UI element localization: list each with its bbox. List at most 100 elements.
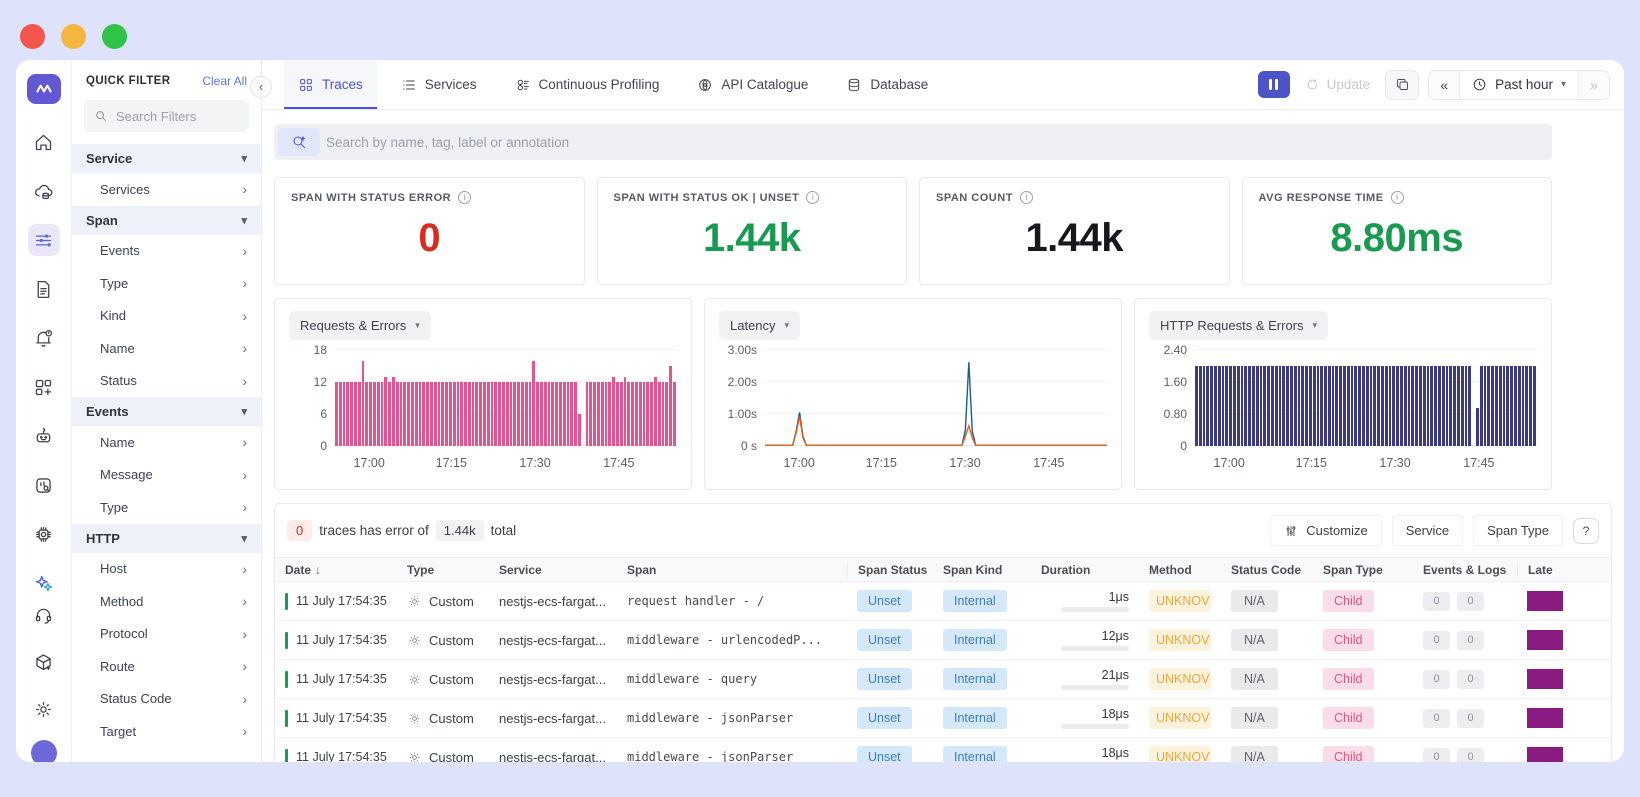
integrations-package-icon[interactable] [28, 646, 60, 678]
tab-api-catalogue[interactable]: API Catalogue [683, 60, 822, 109]
column-header[interactable]: Type [397, 563, 489, 577]
span-type-filter-button[interactable]: Span Type [1473, 515, 1563, 546]
chevron-right-icon: › [242, 690, 247, 707]
column-header[interactable]: Span Kind [933, 563, 1031, 577]
trace-search-bar[interactable] [274, 124, 1552, 160]
tab-continuous-profiling[interactable]: Continuous Profiling [501, 60, 674, 109]
table-row[interactable]: 11 July 17:54:35 Custom nestjs-ecs-farga… [275, 699, 1611, 738]
service-filter-button[interactable]: Service [1391, 515, 1464, 546]
filter-search-input[interactable] [116, 108, 226, 124]
ai-sparkle-icon[interactable] [28, 567, 60, 599]
table-row[interactable]: 11 July 17:54:35 Custom nestjs-ecs-farga… [275, 738, 1611, 762]
copy-button[interactable] [1385, 69, 1420, 100]
minimize-window-button[interactable] [61, 24, 86, 49]
cloud-services-icon[interactable] [28, 175, 60, 207]
maximize-window-button[interactable] [102, 24, 127, 49]
filter-item[interactable]: Method › [72, 585, 261, 618]
traces-icon[interactable] [27, 224, 60, 256]
filter-search[interactable] [84, 100, 249, 132]
metric-value: 0 [418, 216, 441, 260]
filter-item[interactable]: Target › [72, 715, 261, 748]
infrastructure-chip-icon[interactable] [28, 518, 60, 550]
time-shift-back-button[interactable]: « [1429, 70, 1460, 99]
column-header[interactable]: Events & Logs [1413, 563, 1517, 577]
time-shift-forward-button[interactable]: » [1579, 70, 1609, 99]
alerts-bell-icon[interactable] [28, 322, 60, 354]
column-header[interactable]: Span Type [1313, 563, 1413, 577]
exceptions-icon[interactable] [28, 469, 60, 501]
tab-traces[interactable]: Traces [284, 60, 377, 109]
span-status-badge: Unset [857, 707, 912, 729]
trace-search-input[interactable] [326, 134, 1552, 150]
time-range-dropdown[interactable]: Past hour ▾ [1459, 70, 1579, 99]
info-icon[interactable]: i [1390, 191, 1404, 204]
filter-category-label: Service [86, 151, 133, 166]
column-header[interactable]: Method [1139, 563, 1221, 577]
home-icon[interactable] [28, 126, 60, 158]
dashboards-icon[interactable] [28, 371, 60, 403]
chart-metric-dropdown[interactable]: Requests & Errors ▾ [289, 311, 431, 340]
filter-category[interactable]: Events ▾ [72, 397, 261, 426]
column-header[interactable]: Span Status [847, 562, 933, 577]
filter-item[interactable]: Kind › [72, 300, 261, 333]
filter-item[interactable]: Name › [72, 426, 261, 459]
filter-category[interactable]: Span ▾ [72, 205, 261, 235]
filter-item[interactable]: Status › [72, 365, 261, 398]
support-headset-icon[interactable] [28, 599, 60, 631]
settings-gear-icon[interactable] [28, 693, 60, 725]
app-logo[interactable] [26, 74, 61, 104]
filter-item[interactable]: Type › [72, 267, 261, 300]
span-kind-cell: Internal [933, 707, 1031, 729]
customize-button[interactable]: Customize [1270, 515, 1382, 546]
table-row[interactable]: 11 July 17:54:35 Custom nestjs-ecs-farga… [275, 582, 1611, 621]
filter-item-label: Name [100, 434, 135, 450]
filter-item[interactable]: Message › [72, 459, 261, 492]
chart-metric-dropdown[interactable]: Latency ▾ [719, 311, 801, 340]
table-row[interactable]: 11 July 17:54:35 Custom nestjs-ecs-farga… [275, 621, 1611, 660]
filter-item[interactable]: Protocol › [72, 618, 261, 651]
pause-button[interactable] [1257, 71, 1290, 98]
column-header[interactable]: Late [1517, 562, 1613, 577]
span-status-badge: Unset [857, 668, 912, 690]
info-icon[interactable]: i [806, 191, 820, 204]
column-header[interactable]: Status Code [1221, 563, 1313, 577]
gear-icon [409, 635, 420, 645]
filter-item[interactable]: Route › [72, 650, 261, 683]
chart-metric-dropdown[interactable]: HTTP Requests & Errors ▾ [1149, 311, 1329, 340]
metric-value: 1.44k [702, 216, 801, 260]
column-header[interactable]: Service [489, 563, 617, 577]
chevron-down-icon: ▾ [1312, 320, 1318, 330]
clear-all-filters-link[interactable]: Clear All [202, 74, 247, 88]
status-code-cell: N/A [1221, 629, 1313, 651]
method-cell: UNKNOV [1139, 707, 1221, 729]
status-code-cell: N/A [1221, 668, 1313, 690]
help-button[interactable]: ? [1573, 517, 1599, 544]
close-window-button[interactable] [20, 24, 45, 49]
column-header[interactable]: Duration [1031, 563, 1139, 577]
filter-category[interactable]: Service ▾ [72, 144, 261, 173]
filter-item-label: Protocol [100, 626, 148, 642]
filter-item[interactable]: Host › [72, 553, 261, 586]
tab-services[interactable]: Services [387, 60, 491, 109]
update-button[interactable]: Update [1299, 77, 1377, 92]
filter-item[interactable]: Events › [72, 235, 261, 268]
info-icon[interactable]: i [1019, 191, 1033, 204]
column-header[interactable]: Span [617, 563, 847, 577]
filter-item[interactable]: Type › [72, 491, 261, 524]
logs-icon[interactable] [28, 273, 60, 305]
span-type-cell: Child [1313, 707, 1413, 729]
filter-item[interactable]: Name › [72, 332, 261, 365]
filter-item[interactable]: Status Code › [72, 683, 261, 716]
tab-database[interactable]: Database [832, 60, 942, 109]
info-icon[interactable]: i [458, 191, 472, 204]
table-row[interactable]: 11 July 17:54:35 Custom nestjs-ecs-farga… [275, 660, 1611, 699]
column-header[interactable]: Date ↓ [275, 563, 397, 577]
bot-icon[interactable] [28, 420, 60, 452]
trace-date-cell: 11 July 17:54:35 [275, 670, 397, 688]
tab-label: API Catalogue [721, 77, 809, 92]
filter-item[interactable]: Services › [72, 173, 261, 206]
collapse-filters-button[interactable]: ‹ [250, 76, 272, 98]
filter-category[interactable]: HTTP ▾ [72, 523, 261, 553]
avatar[interactable] [30, 740, 57, 762]
filter-category-label: Events [86, 404, 129, 419]
